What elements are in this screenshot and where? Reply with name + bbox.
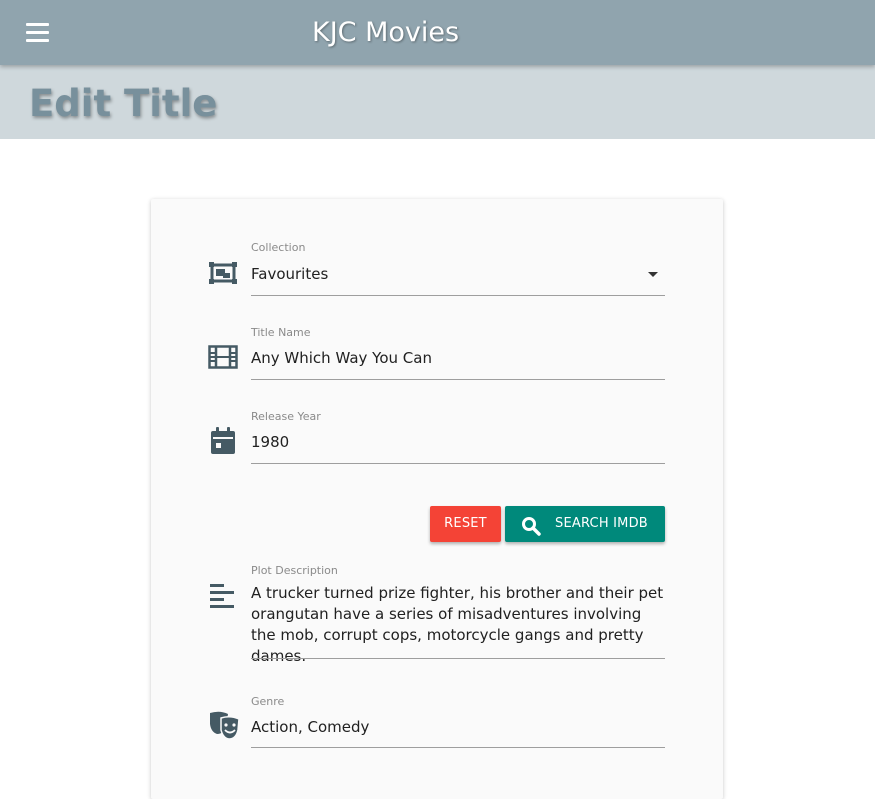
calendar-icon (208, 426, 238, 460)
genre-underline (251, 747, 665, 748)
text-align-left-icon (208, 583, 236, 613)
release-year-input[interactable]: 1980 (251, 432, 289, 453)
title-name-underline (251, 379, 665, 380)
release-year-underline (251, 463, 665, 464)
app-bar: KJC Movies (0, 0, 875, 65)
app-title: KJC Movies (312, 17, 460, 48)
genre-label: Genre (251, 695, 285, 708)
genre-input[interactable]: Action, Comedy (251, 717, 369, 738)
plot-description-field[interactable]: Plot Description A trucker turned prize … (251, 564, 665, 665)
title-name-input[interactable]: Any Which Way You Can (251, 348, 432, 369)
collection-underline (251, 295, 665, 296)
page-header: Edit Title (0, 65, 875, 139)
chevron-down-icon[interactable] (648, 272, 658, 277)
collection-icon (208, 260, 238, 290)
plot-description-underline (251, 658, 665, 659)
release-year-field[interactable]: Release Year 1980 (251, 410, 665, 466)
plot-description-label: Plot Description (251, 564, 338, 577)
search-icon (521, 515, 541, 551)
search-imdb-button[interactable]: SEARCH IMDB (505, 506, 665, 542)
reset-button[interactable]: RESET (430, 506, 501, 542)
collection-value: Favourites (251, 265, 329, 283)
page-title: Edit Title (29, 82, 218, 125)
edit-title-card: Collection Favourites Title Name Any Whi… (151, 199, 723, 799)
title-name-field[interactable]: Title Name Any Which Way You Can (251, 326, 665, 382)
search-imdb-label: SEARCH IMDB (555, 516, 648, 531)
collection-select[interactable]: Collection Favourites (251, 241, 665, 297)
release-year-label: Release Year (251, 410, 321, 423)
film-icon (208, 345, 238, 373)
collection-label: Collection (251, 241, 306, 254)
genre-field[interactable]: Genre Action, Comedy (251, 695, 665, 751)
theater-masks-icon (208, 710, 244, 746)
plot-description-textarea[interactable]: A trucker turned prize fighter, his brot… (251, 583, 665, 667)
title-name-label: Title Name (251, 326, 311, 339)
hamburger-menu-icon[interactable] (26, 23, 49, 43)
